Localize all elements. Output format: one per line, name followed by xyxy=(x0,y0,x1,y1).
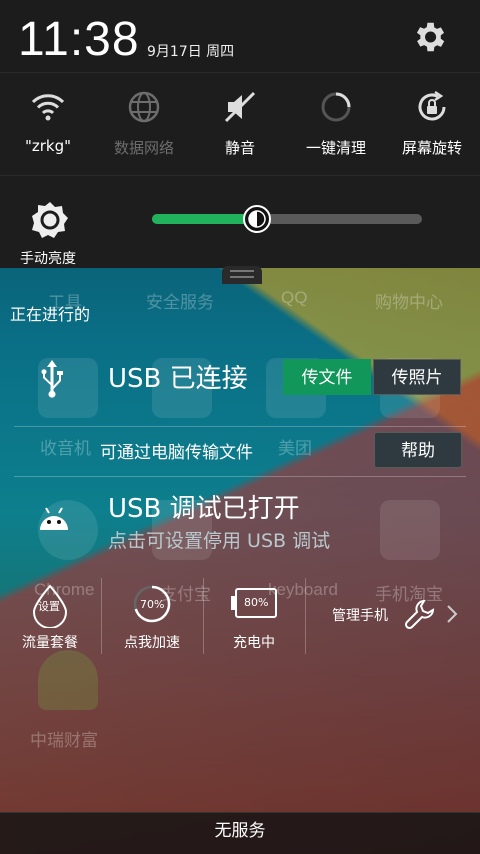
clock: 11:38 xyxy=(18,13,140,66)
quick-toggles: "zrkg" 数据网络 静音 一键清理 屏幕旋转 xyxy=(0,72,480,176)
brightness-label: 手动亮度 xyxy=(20,251,76,267)
rotate-lock-icon xyxy=(418,90,446,121)
shortcut-manage-phone[interactable]: 管理手机 xyxy=(306,574,480,654)
bg-android-icon xyxy=(38,650,98,710)
usb-icon xyxy=(41,360,63,398)
help-button[interactable]: 帮助 xyxy=(374,432,462,468)
manage-phone-label: 管理手机 xyxy=(332,608,388,624)
brightness-slider-thumb[interactable] xyxy=(242,204,272,234)
bg-app-label: QQ xyxy=(281,288,308,307)
transfer-files-button[interactable]: 传文件 xyxy=(283,359,371,395)
shortcut-charging[interactable]: 80% 充电中 xyxy=(204,574,304,654)
brightness-auto-toggle-icon[interactable] xyxy=(30,200,70,240)
clean-icon xyxy=(321,92,351,122)
shortcut-label: 点我加速 xyxy=(124,635,180,651)
chevron-right-icon xyxy=(447,605,458,623)
usb-description: 可通过电脑传输文件 xyxy=(100,443,253,463)
shortcut-badge: 70% xyxy=(140,598,165,611)
usb-connected-title: USB 已连接 xyxy=(108,364,248,394)
toggle-label: 数据网络 xyxy=(113,139,174,157)
globe-icon xyxy=(128,91,160,123)
toggle-label: 一键清理 xyxy=(305,139,366,157)
gear-icon[interactable] xyxy=(410,18,448,56)
date: 9月17日 周四 xyxy=(147,44,235,60)
toggle-mute[interactable]: 静音 xyxy=(192,73,288,177)
status-header: 11:38 9月17日 周四 xyxy=(0,0,480,72)
usb-debug-title[interactable]: USB 调试已打开 xyxy=(108,488,300,525)
shortcut-badge: 设置 xyxy=(38,600,60,613)
bg-app-label: 美团 xyxy=(278,439,312,458)
android-debug-icon xyxy=(40,507,68,530)
mute-icon xyxy=(224,91,256,123)
bg-app-icon xyxy=(380,500,440,560)
wifi-icon xyxy=(31,94,65,121)
toggle-label: 屏幕旋转 xyxy=(401,139,462,157)
bg-app-label: 中瑞财富 xyxy=(30,731,98,750)
shortcut-label: 充电中 xyxy=(233,635,275,651)
ongoing-section-title: 正在进行的 xyxy=(10,305,91,324)
toggle-data-network[interactable]: 数据网络 xyxy=(96,73,192,177)
bg-app-label: 安全服务 xyxy=(146,293,214,312)
shortcut-badge: 80% xyxy=(244,596,269,609)
toggle-rotation[interactable]: 屏幕旋转 xyxy=(384,73,480,177)
shade-drag-handle[interactable] xyxy=(222,266,262,284)
wrench-icon xyxy=(404,599,435,630)
shortcut-data-plan[interactable]: 设置 流量套餐 xyxy=(0,574,100,654)
divider xyxy=(14,426,466,427)
usb-debug-subtitle[interactable]: 点击可设置停用 USB 调试 xyxy=(108,526,330,553)
bg-app-label: 购物中心 xyxy=(375,293,443,312)
toggle-wifi[interactable]: "zrkg" xyxy=(0,73,96,177)
toggle-label: "zrkg" xyxy=(24,137,72,155)
bg-app-label: 收音机 xyxy=(40,439,91,458)
divider xyxy=(14,476,466,477)
transfer-photos-button[interactable]: 传照片 xyxy=(373,359,461,395)
shortcut-speed-up[interactable]: 70% 点我加速 xyxy=(102,574,202,654)
service-status: 无服务 xyxy=(214,821,266,841)
carrier-status-bar: 无服务 xyxy=(0,812,480,854)
toggle-clean[interactable]: 一键清理 xyxy=(288,73,384,177)
shortcut-label: 流量套餐 xyxy=(22,635,78,651)
toggle-label: 静音 xyxy=(224,139,255,157)
